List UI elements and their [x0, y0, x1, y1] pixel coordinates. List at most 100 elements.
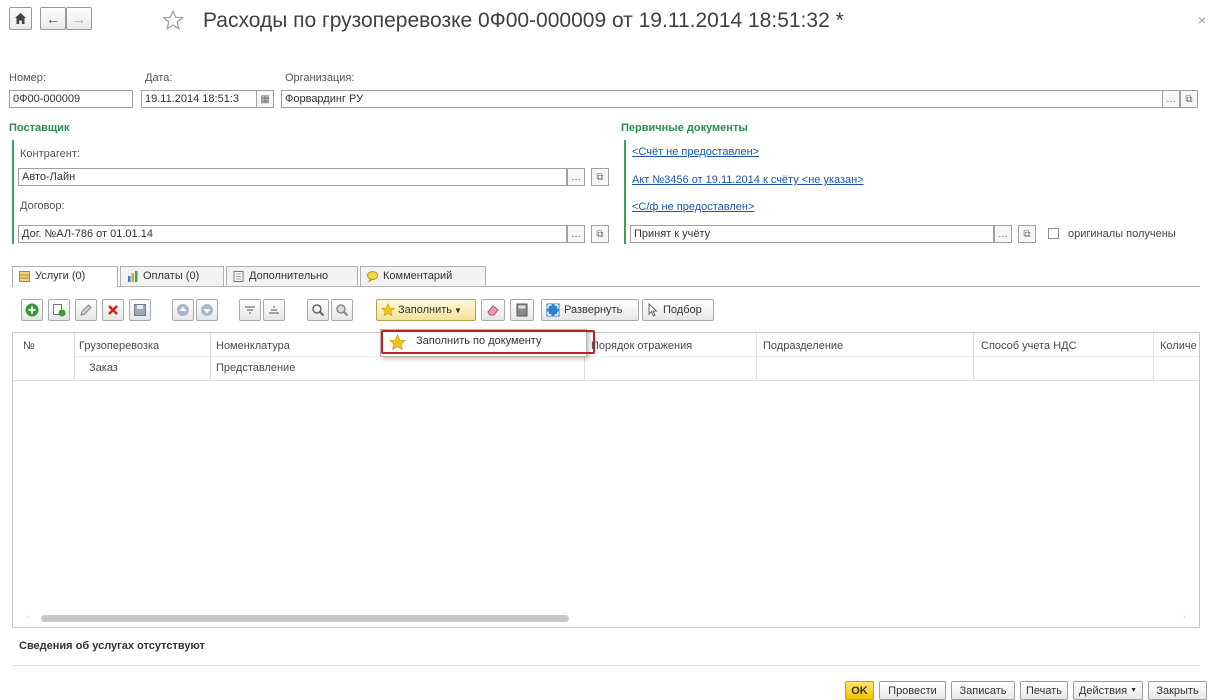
col-header-vat-method[interactable]: Способ учета НДС [981, 340, 1077, 352]
print-button[interactable]: Печать [1020, 681, 1068, 700]
sort-asc-button[interactable] [239, 299, 261, 321]
edit-row-button[interactable] [75, 299, 97, 321]
number-label: Номер: [9, 72, 46, 84]
back-button[interactable]: ← [40, 7, 66, 30]
accounting-status-field[interactable]: Принят к учёту [630, 225, 994, 243]
save-button[interactable]: Записать [951, 681, 1015, 700]
contractor-open-button[interactable]: ⧉ [591, 168, 609, 186]
organization-select-button[interactable]: … [1162, 90, 1180, 108]
sort-desc-button[interactable] [263, 299, 285, 321]
col-subheader-representation[interactable]: Представление [216, 362, 295, 374]
disk-icon [134, 304, 146, 316]
status-open-button[interactable]: ⧉ [1018, 225, 1036, 243]
save-row-button[interactable] [129, 299, 151, 321]
originals-received-label: оригиналы получены [1068, 228, 1176, 240]
add-row-button[interactable] [21, 299, 43, 321]
col-header-number[interactable]: № [23, 340, 35, 352]
calculator-button[interactable] [510, 299, 534, 321]
tab-services[interactable]: Услуги (0) [12, 266, 118, 287]
move-up-button[interactable] [172, 299, 194, 321]
contract-field[interactable]: Дог. №АЛ-786 от 01.01.14 [18, 225, 567, 243]
invoice-link[interactable]: <Счёт не предоставлен> [632, 146, 759, 158]
col-subheader-order[interactable]: Заказ [89, 362, 118, 374]
fill-button[interactable]: Заполнить ▼ [376, 299, 476, 321]
star-icon [381, 303, 395, 317]
status-select-button[interactable]: … [994, 225, 1012, 243]
contractor-label: Контрагент: [20, 148, 80, 160]
arrow-up-icon [177, 304, 189, 316]
table-icon [19, 271, 30, 282]
contract-label: Договор: [20, 200, 65, 212]
post-button[interactable]: Провести [879, 681, 946, 700]
copy-row-button[interactable] [48, 299, 70, 321]
sort-asc-icon [245, 306, 255, 314]
calendar-icon: ▦ [260, 93, 270, 105]
services-table[interactable]: № Грузоперевозка Номенклатура Порядок от… [12, 332, 1200, 628]
add-icon [25, 303, 39, 317]
footer-divider [12, 665, 1200, 666]
fill-dropdown-menu: Заполнить по документу [380, 329, 595, 357]
find-button[interactable] [307, 299, 329, 321]
home-button[interactable] [9, 7, 32, 30]
expand-button[interactable]: Развернуть [541, 299, 639, 321]
close-button[interactable]: Закрыть [1148, 681, 1207, 700]
tab-payments-label: Оплаты (0) [143, 270, 200, 282]
contract-select-button[interactable]: … [567, 225, 585, 243]
col-divider-4 [756, 333, 757, 380]
delete-icon [108, 305, 118, 315]
tab-payments[interactable]: Оплаты (0) [120, 266, 224, 286]
arrow-left-icon: ← [46, 10, 60, 27]
calendar-button[interactable]: ▦ [256, 90, 274, 108]
organization-open-button[interactable]: ⧉ [1180, 90, 1198, 108]
clear-button[interactable] [481, 299, 505, 321]
date-field[interactable]: 19.11.2014 18:51:3 [141, 90, 257, 108]
arrow-right-icon: → [72, 10, 86, 27]
col-header-department[interactable]: Подразделение [763, 340, 843, 352]
tab-services-label: Услуги (0) [35, 270, 86, 282]
ok-button[interactable]: OK [845, 681, 874, 700]
cancel-search-button[interactable] [331, 299, 353, 321]
tab-additional[interactable]: Дополнительно [226, 266, 358, 286]
col-divider-2 [210, 333, 211, 380]
scroll-right-icon[interactable]: › [1183, 612, 1186, 621]
actions-button[interactable]: Действия ▼ [1073, 681, 1143, 700]
contractor-field[interactable]: Авто-Лайн [18, 168, 567, 186]
tabs-baseline [12, 286, 1200, 287]
services-status-text: Сведения об услугах отсутствуют [19, 640, 205, 652]
forward-button[interactable]: → [66, 7, 92, 30]
primary-docs-section-bar [624, 140, 626, 244]
col-header-nomenclature[interactable]: Номенклатура [216, 340, 290, 352]
pick-button[interactable]: Подбор [642, 299, 714, 321]
delete-row-button[interactable] [102, 299, 124, 321]
copy-icon [53, 304, 66, 317]
contractor-select-button[interactable]: … [567, 168, 585, 186]
move-down-button[interactable] [196, 299, 218, 321]
close-icon[interactable]: × [1198, 12, 1206, 28]
calculator-icon [516, 303, 528, 317]
arrow-down-icon [201, 304, 213, 316]
search-icon [312, 304, 325, 317]
contract-open-button[interactable]: ⧉ [591, 225, 609, 243]
supplier-section-title: Поставщик [9, 122, 70, 134]
scroll-left-icon[interactable]: ‹ [27, 612, 30, 621]
horizontal-scrollbar-thumb[interactable] [41, 615, 569, 622]
number-field[interactable]: 0Ф00-000009 [9, 90, 133, 108]
tab-comment[interactable]: Комментарий [360, 266, 486, 286]
pick-button-label: Подбор [663, 304, 702, 316]
pencil-icon [80, 304, 92, 316]
vat-invoice-link[interactable]: <С/ф не предоставлен> [632, 201, 754, 213]
col-header-quantity[interactable]: Количе [1160, 340, 1197, 352]
col-header-shipment[interactable]: Грузоперевозка [79, 340, 159, 352]
fill-by-document-label: Заполнить по документу [416, 335, 542, 347]
open-window-icon: ⧉ [596, 171, 604, 183]
originals-received-checkbox[interactable] [1048, 228, 1059, 239]
act-link[interactable]: Акт №3456 от 19.11.2014 к счёту <не указ… [632, 174, 864, 186]
date-label: Дата: [145, 72, 173, 84]
organization-field[interactable]: Форвардинг РУ [281, 90, 1163, 108]
col-header-reflection-order[interactable]: Порядок отражения [591, 340, 692, 352]
expand-icon [546, 303, 560, 317]
favorite-star-icon[interactable] [162, 9, 184, 31]
home-icon [15, 13, 26, 24]
fill-by-document-menu-item[interactable]: Заполнить по документу [381, 330, 595, 354]
col-divider-6 [1153, 333, 1154, 380]
